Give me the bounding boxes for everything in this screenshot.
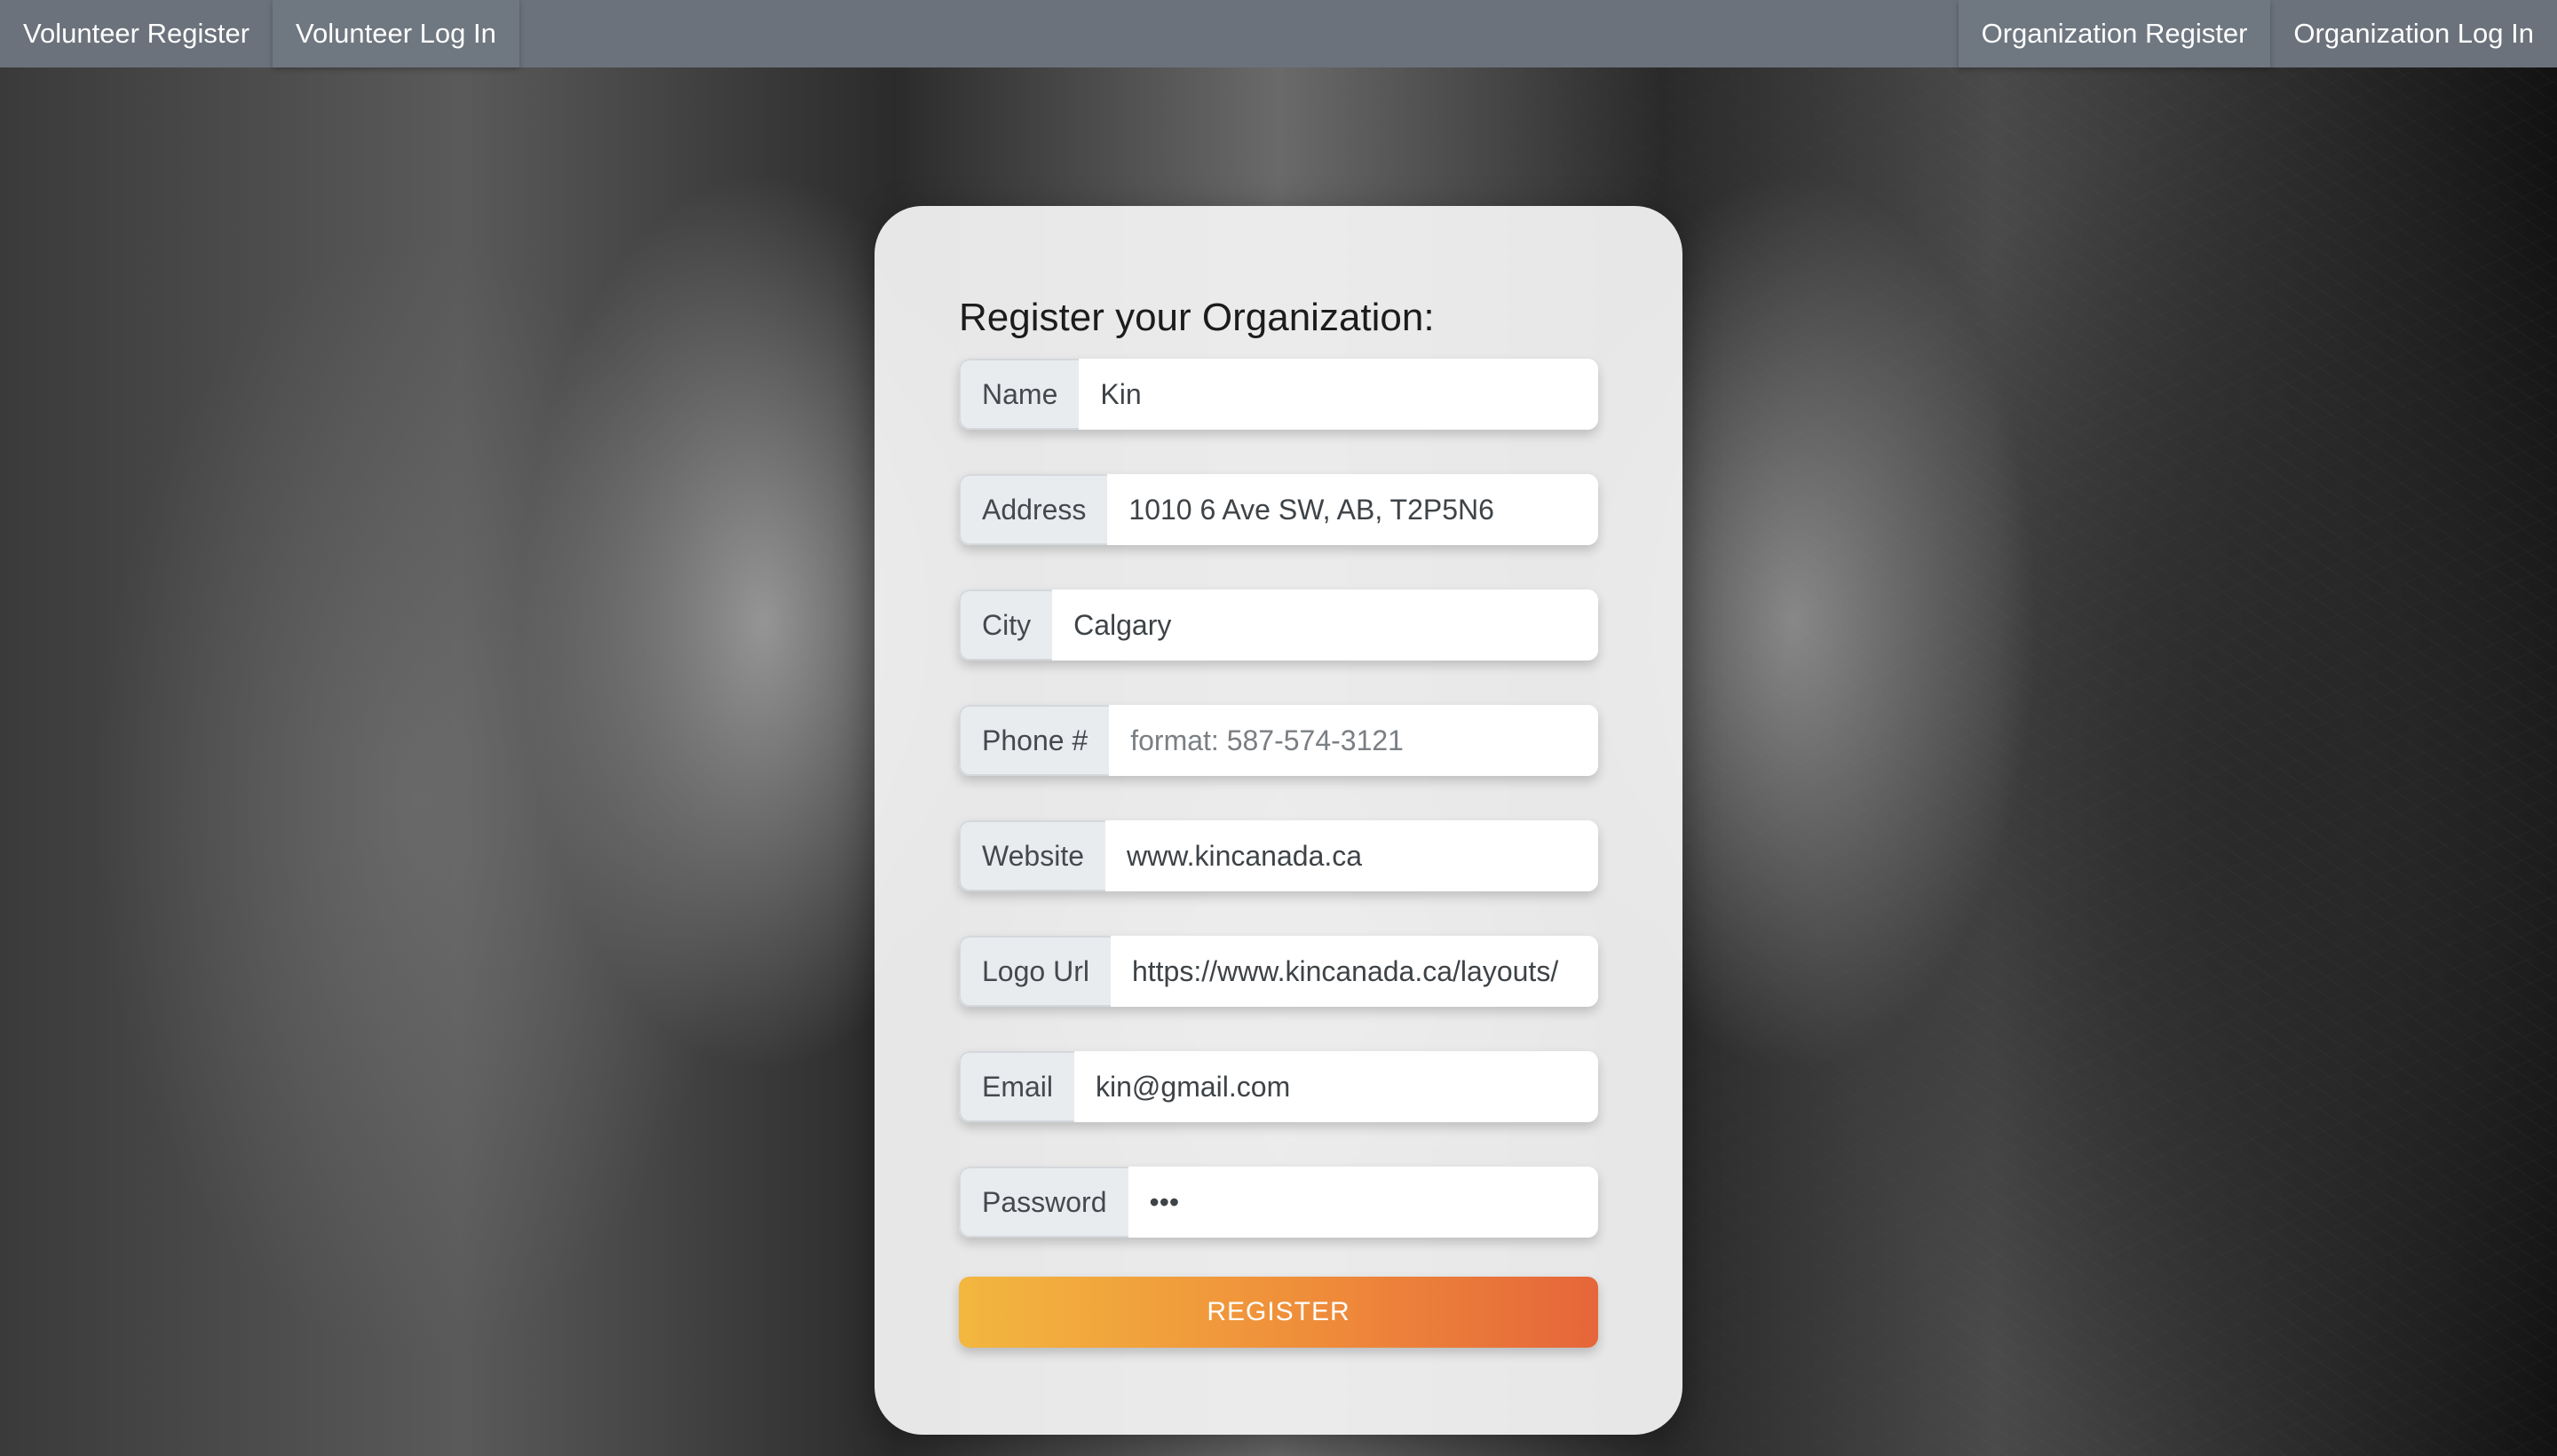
registration-card: Register your Organization: Name Address… — [875, 206, 1682, 1435]
nav-right-group: Organization Register Organization Log I… — [1958, 0, 2557, 67]
nav-volunteer-login-link[interactable]: Volunteer Log In — [273, 0, 519, 67]
name-field-group: Name — [959, 359, 1598, 430]
city-label: City — [959, 590, 1053, 661]
email-input[interactable] — [1074, 1051, 1598, 1122]
address-field-group: Address — [959, 474, 1598, 545]
logo-url-label: Logo Url — [959, 936, 1111, 1007]
nav-organization-register-link[interactable]: Organization Register — [1958, 0, 2271, 67]
name-input[interactable] — [1079, 359, 1598, 430]
registration-form: Register your Organization: Name Address… — [959, 291, 1598, 1348]
form-title: Register your Organization: — [959, 296, 1435, 339]
city-field-group: City — [959, 590, 1598, 661]
city-input[interactable] — [1052, 590, 1598, 661]
nav-left-group: Volunteer Register Volunteer Log In — [0, 0, 519, 67]
password-field-group: Password — [959, 1167, 1598, 1238]
password-label: Password — [959, 1167, 1128, 1238]
nav-volunteer-register-link[interactable]: Volunteer Register — [0, 0, 273, 67]
page: Volunteer Register Volunteer Log In Orga… — [0, 0, 2557, 1456]
website-field-group: Website — [959, 820, 1598, 891]
email-label: Email — [959, 1051, 1075, 1122]
top-navbar: Volunteer Register Volunteer Log In Orga… — [0, 0, 2557, 67]
website-label: Website — [959, 820, 1106, 891]
address-input[interactable] — [1107, 474, 1598, 545]
logo-url-input[interactable] — [1110, 936, 1598, 1007]
website-input[interactable] — [1105, 820, 1598, 891]
phone-input[interactable] — [1109, 705, 1598, 776]
email-field-group: Email — [959, 1051, 1598, 1122]
name-label: Name — [959, 359, 1080, 430]
logo-url-field-group: Logo Url — [959, 936, 1598, 1007]
address-label: Address — [959, 474, 1108, 545]
phone-field-group: Phone # — [959, 705, 1598, 776]
phone-label: Phone # — [959, 705, 1110, 776]
nav-organization-login-link[interactable]: Organization Log In — [2270, 0, 2557, 67]
password-input[interactable] — [1128, 1167, 1598, 1238]
register-button[interactable]: REGISTER — [959, 1277, 1598, 1348]
